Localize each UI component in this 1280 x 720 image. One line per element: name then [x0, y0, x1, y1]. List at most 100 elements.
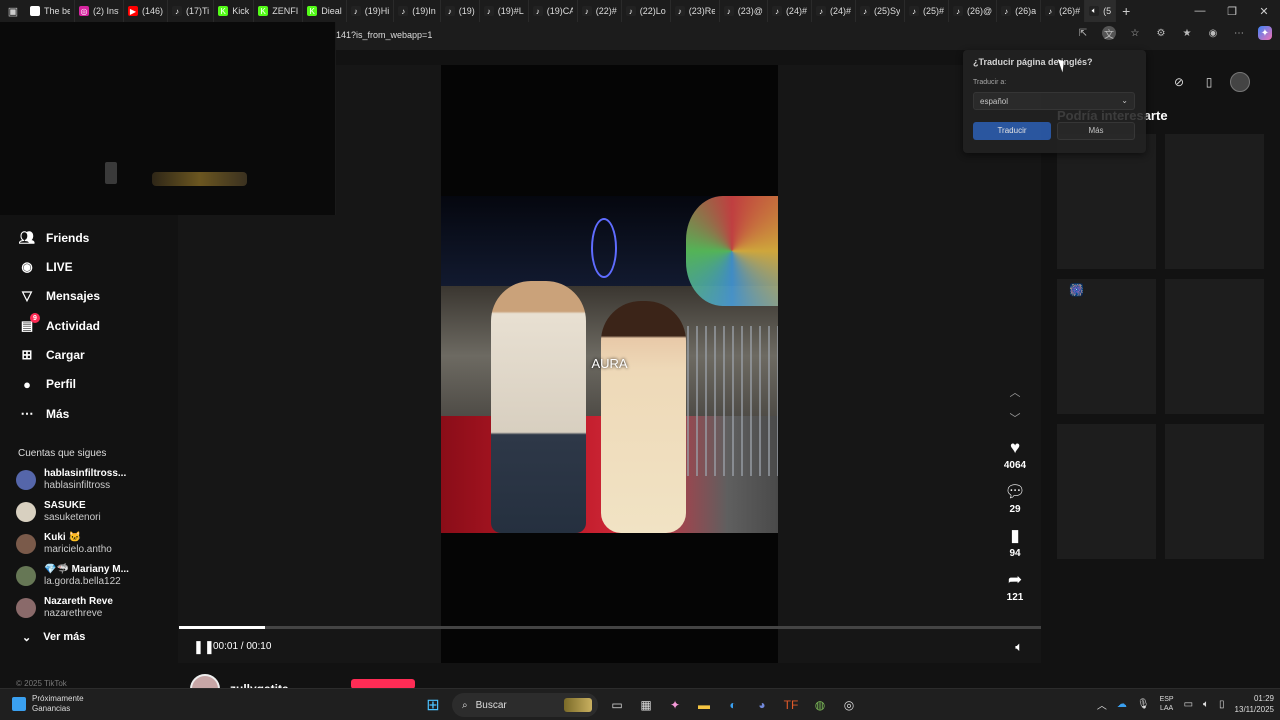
task-view-icon[interactable]: ▭ — [607, 694, 627, 716]
sidebar-item-friends[interactable]: 👥︎ Friends — [18, 227, 90, 249]
following-names: 💎🦈 Mariany M... la.gorda.bella122 — [44, 564, 129, 588]
app-tf-icon[interactable]: TF — [781, 694, 801, 716]
browser-tab[interactable]: ♪ (23)@ — [720, 0, 768, 22]
sidebar-item-label: Friends — [46, 231, 90, 245]
following-item[interactable]: Kuki 🐱 maricielo.antho — [16, 530, 112, 558]
network-icon[interactable]: ▭ — [1184, 699, 1193, 710]
browser-tab[interactable]: ♪ (25)# — [905, 0, 949, 22]
browser-tab[interactable]: ♪ (19) — [441, 0, 480, 22]
browser-tab[interactable]: ▶ (146) — [124, 0, 169, 22]
browser-tab[interactable]: ♪ (24)# — [768, 0, 812, 22]
browser-tab[interactable]: ♪ (19)#L — [480, 0, 529, 22]
widgets-button[interactable]: Próximamente Ganancias — [12, 694, 84, 714]
browser-tab[interactable]: ♪ (26)a — [997, 0, 1042, 22]
open-in-app-icon[interactable]: ⇱ — [1076, 26, 1090, 40]
device-icon[interactable]: ▯ — [1200, 73, 1218, 91]
cloud-icon[interactable]: ☁ — [1117, 699, 1127, 710]
pause-icon[interactable]: ❚❚ — [193, 639, 215, 655]
start-icon[interactable]: ⊞ — [423, 694, 443, 716]
recommended-video[interactable] — [1165, 134, 1264, 269]
browser-tab[interactable]: ♪ (17)Ti — [168, 0, 215, 22]
following-item[interactable]: Nazareth Reve nazarethreve — [16, 594, 113, 622]
progress-bar[interactable] — [179, 626, 1041, 629]
browser-tab[interactable]: ♪ (26)# — [1041, 0, 1086, 22]
more-options-button[interactable]: Más — [1057, 122, 1135, 140]
sidebar-item-more[interactable]: ⋯ Más — [18, 403, 70, 425]
edge-icon[interactable]: ◐ — [723, 694, 743, 716]
recommended-video[interactable]: 🎆 — [1057, 279, 1156, 414]
settings-menu-icon[interactable]: ⋯ — [1232, 26, 1246, 40]
volume-icon[interactable]: 🔈︎ — [1015, 639, 1023, 655]
browser-tab[interactable]: K Dieal — [303, 0, 347, 22]
restore-icon[interactable]: ❐ — [1216, 0, 1248, 22]
previous-video-icon[interactable]: ︿ — [996, 384, 1034, 400]
language-indicator[interactable]: ESP LAA — [1160, 695, 1174, 713]
new-tab-button[interactable]: + — [1116, 3, 1136, 19]
copilot-app-icon[interactable]: ✦ — [665, 694, 685, 716]
following-item[interactable]: SASUKE sasuketenori — [16, 498, 101, 526]
browser-tab[interactable]: ♪ (23)Re — [671, 0, 720, 22]
recommended-video[interactable] — [1057, 134, 1156, 269]
sidebar-item-profile[interactable]: ● Perfil — [18, 373, 76, 395]
see-more-button[interactable]: ⌄ Ver más — [22, 631, 85, 644]
browser-tab[interactable]: ♪ (19)CA — [529, 0, 578, 22]
recommended-video[interactable] — [1057, 424, 1156, 559]
browser-tab[interactable]: K Kick — [214, 0, 255, 22]
url-text[interactable]: 141?is_from_webapp=1 — [336, 30, 432, 40]
following-item[interactable]: 💎🦈 Mariany M... la.gorda.bella122 — [16, 562, 129, 590]
speaker-icon[interactable]: 🔈︎ — [1203, 699, 1209, 710]
comment-icon: 💬︎ — [1004, 482, 1026, 501]
comment-button[interactable]: 💬︎ 29 — [996, 482, 1034, 515]
browser-tab[interactable]: ♪ (24)# — [812, 0, 856, 22]
favorite-star-icon[interactable]: ☆ — [1128, 26, 1142, 40]
share-button[interactable]: ➦ 121 — [996, 570, 1034, 603]
recommended-video[interactable] — [1165, 424, 1264, 559]
browser-tab[interactable]: ♪ (25)Sy — [856, 0, 905, 22]
recommended-video[interactable] — [1165, 279, 1264, 414]
minimize-icon[interactable]: — — [1184, 0, 1216, 22]
translate-button[interactable]: Traducir — [973, 122, 1051, 140]
chrome-icon[interactable]: ◎ — [839, 694, 859, 716]
window-menu-icon[interactable]: ▣ — [0, 0, 26, 22]
browser-tab[interactable]: ♪ (19)Hi — [347, 0, 395, 22]
like-button[interactable]: ♥ 4064 — [996, 438, 1034, 471]
profile-icon[interactable]: ◉ — [1206, 26, 1220, 40]
microphone-icon[interactable]: 🎙︎ — [1137, 699, 1150, 710]
following-item[interactable]: hablasinfiltross... hablasinfiltross — [16, 466, 126, 494]
chevron-up-icon[interactable]: ︿ — [1097, 697, 1107, 712]
close-window-icon[interactable]: ✕ — [1248, 0, 1280, 22]
browser-tab[interactable]: ◆ The be — [26, 0, 75, 22]
next-video-icon[interactable]: ﹀ — [996, 410, 1034, 426]
save-button[interactable]: ▮ 94 — [996, 526, 1034, 559]
sidebar-item-live[interactable]: ◉ LIVE — [18, 256, 72, 278]
browser-tab[interactable]: ◎ (2) Inst — [75, 0, 124, 22]
notification-badge: 9 — [30, 313, 40, 323]
sidebar-item-messages[interactable]: ▽ Mensajes — [18, 285, 100, 307]
tab-label: ZENFI — [272, 6, 299, 16]
app-icon[interactable]: ◍ — [810, 694, 830, 716]
user-avatar[interactable] — [1230, 72, 1250, 92]
file-explorer-icon[interactable]: ▬ — [694, 694, 714, 716]
extensions-icon[interactable]: ⚙ — [1154, 26, 1168, 40]
clock[interactable]: 01:29 13/11/2025 — [1235, 693, 1274, 715]
favorites-icon[interactable]: ★ — [1180, 26, 1194, 40]
sidebar-item-activity[interactable]: ▤ 9 Actividad — [18, 313, 100, 337]
discord-icon[interactable]: ◕ — [752, 694, 772, 716]
copilot-icon[interactable]: ✦ — [1258, 26, 1272, 40]
browser-tab[interactable]: ♪ (26)@ — [949, 0, 998, 22]
browser-tab[interactable]: K ZENFI — [254, 0, 304, 22]
sidebar-item-upload[interactable]: ⊞ Cargar — [18, 344, 85, 366]
store-icon[interactable]: ▦ — [636, 694, 656, 716]
sidebar-item-label: Cargar — [46, 348, 85, 362]
translate-icon[interactable]: 文 — [1102, 26, 1116, 41]
taskbar-search[interactable]: ⌕ Buscar — [452, 693, 598, 717]
compass-icon[interactable]: ⊘ — [1170, 73, 1188, 91]
browser-tab[interactable]: ♪ (22)# — [578, 0, 622, 22]
browser-tab[interactable]: ♪ (22)Lo — [622, 0, 671, 22]
language-select[interactable]: español ⌄ — [973, 92, 1135, 110]
browser-tab[interactable]: ♪ (19)In — [394, 0, 441, 22]
browser-tab[interactable]: 🔈︎ (5 — [1085, 0, 1117, 22]
tiktok-icon: ♪ — [859, 6, 870, 16]
video-player[interactable]: AURA — [441, 196, 778, 533]
battery-icon[interactable]: ▯ — [1219, 699, 1225, 710]
